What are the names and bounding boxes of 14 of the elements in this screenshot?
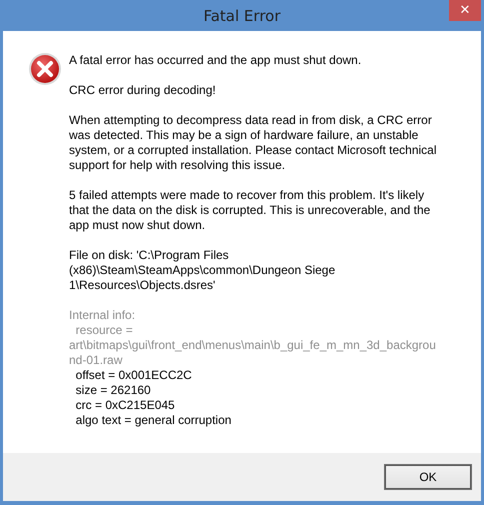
info-text: offset = 0x001ECC2C <box>74 368 193 383</box>
info-text: Internal info: resource = art\bitmaps\gui\front_end\menus\main\b_gui_fe_m_mn_3d_backgrou nd-01.raw <box>69 308 436 368</box>
error-icon <box>28 52 62 86</box>
message-text: A fatal error has occurred and the app must shut down. <box>69 53 362 68</box>
info-text: crc = 0xC215E045 <box>74 398 176 413</box>
message-text: When attempting to decompress data read in from disk, a CRC error was detected. This may be a sign of hardware failure, an unstable system, or a corrupted installation. Please contact Microsoft technical support for help with resolving this issue. <box>69 113 436 173</box>
ok-button[interactable]: OK <box>384 464 472 490</box>
message-text: File on disk: 'C:\Program Files (x86)\Steam\SteamApps\common\Dungeon Siege 1\Resources\Objects.dsres' <box>69 248 336 293</box>
message-text: 5 failed attempts were made to recover from this problem. It's likely that the data on the disk is corrupted. This is unrecoverable, and the app must now shut down. <box>69 188 432 233</box>
info-text: size = 262160 <box>74 383 152 398</box>
message-text: CRC error during decoding! <box>69 83 217 98</box>
info-text: algo text = general corruption <box>74 413 232 428</box>
window-title: Fatal Error <box>203 6 280 24</box>
close-button[interactable]: ✕ <box>449 0 481 21</box>
